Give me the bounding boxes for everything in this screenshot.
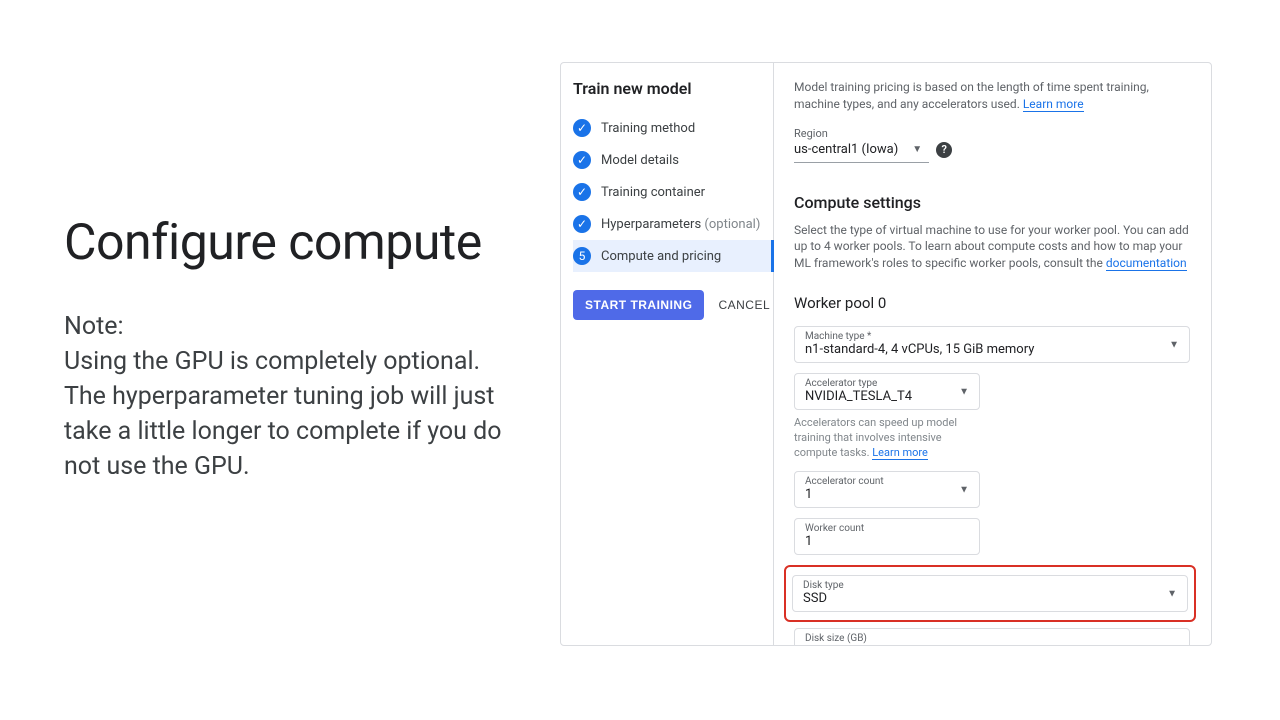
disk-size-input[interactable]: Disk size (GB) 100 bbox=[794, 628, 1190, 645]
accelerator-type-select[interactable]: Accelerator type NVIDIA_TESLA_T4 ▼ bbox=[794, 373, 980, 410]
disk-size-label: Disk size (GB) bbox=[805, 633, 1179, 644]
accelerator-type-label: Accelerator type bbox=[805, 378, 969, 389]
step-label: Compute and pricing bbox=[601, 249, 721, 264]
chevron-down-icon: ▼ bbox=[912, 144, 922, 155]
region-select[interactable]: us-central1 (Iowa) ▼ ? bbox=[794, 142, 1191, 158]
compute-settings-heading: Compute settings bbox=[794, 193, 1191, 212]
check-icon: ✓ bbox=[573, 215, 591, 233]
step-optional-text: (optional) bbox=[704, 217, 760, 232]
step-label: Model details bbox=[601, 153, 679, 168]
machine-type-value: n1-standard-4, 4 vCPUs, 15 GiB memory bbox=[805, 342, 1034, 357]
step-model-details[interactable]: ✓ Model details bbox=[573, 144, 773, 176]
machine-type-label: Machine type * bbox=[805, 331, 1179, 342]
region-field: Region us-central1 (Iowa) ▼ ? bbox=[794, 127, 1191, 163]
slide-title: Configure compute bbox=[64, 212, 504, 275]
step-label: Training method bbox=[601, 121, 695, 136]
accelerator-helper-text: Accelerators can speed up model training… bbox=[794, 416, 980, 461]
chevron-down-icon: ▼ bbox=[1169, 340, 1179, 351]
learn-more-link[interactable]: Learn more bbox=[872, 446, 928, 460]
start-training-button[interactable]: START TRAINING bbox=[573, 290, 704, 320]
learn-more-link[interactable]: Learn more bbox=[1023, 97, 1084, 112]
compute-settings-description: Select the type of virtual machine to us… bbox=[794, 222, 1191, 272]
check-icon: ✓ bbox=[573, 119, 591, 137]
slide-note-body: Using the GPU is completely optional. Th… bbox=[64, 344, 504, 484]
worker-count-value: 1 bbox=[805, 534, 812, 549]
wizard-button-row: START TRAINING CANCEL bbox=[573, 290, 773, 320]
accelerator-count-value: 1 bbox=[805, 487, 812, 502]
chevron-down-icon: ▼ bbox=[959, 485, 969, 496]
compute-form: Model training pricing is based on the l… bbox=[774, 63, 1211, 645]
region-underline bbox=[794, 162, 929, 163]
region-value: us-central1 (Iowa) bbox=[794, 142, 898, 157]
slide-text-block: Configure compute Note: Using the GPU is… bbox=[64, 212, 504, 484]
pricing-description: Model training pricing is based on the l… bbox=[794, 79, 1191, 113]
documentation-link[interactable]: documentation bbox=[1106, 256, 1187, 271]
step-number-icon: 5 bbox=[573, 247, 591, 265]
step-label-text: Hyperparameters bbox=[601, 217, 701, 232]
region-label: Region bbox=[794, 127, 1191, 140]
step-compute-pricing[interactable]: 5 Compute and pricing bbox=[573, 240, 774, 272]
accelerator-type-value: NVIDIA_TESLA_T4 bbox=[805, 389, 912, 404]
worker-pool-0-heading: Worker pool 0 bbox=[794, 294, 1191, 312]
machine-type-select[interactable]: Machine type * n1-standard-4, 4 vCPUs, 1… bbox=[794, 326, 1190, 363]
slide-note-label: Note: bbox=[64, 309, 504, 344]
check-icon: ✓ bbox=[573, 183, 591, 201]
cancel-button[interactable]: CANCEL bbox=[718, 298, 770, 312]
worker-count-label: Worker count bbox=[805, 523, 969, 534]
step-training-container[interactable]: ✓ Training container bbox=[573, 176, 773, 208]
accelerator-count-label: Accelerator count bbox=[805, 476, 969, 487]
chevron-down-icon: ▼ bbox=[959, 387, 969, 398]
accelerator-count-select[interactable]: Accelerator count 1 ▼ bbox=[794, 471, 980, 508]
disk-size-value: 100 bbox=[805, 644, 827, 645]
disk-type-select[interactable]: Disk type SSD ▼ bbox=[792, 575, 1188, 612]
step-label: Hyperparameters (optional) bbox=[601, 217, 760, 232]
disk-type-label: Disk type bbox=[803, 580, 1177, 591]
step-label: Training container bbox=[601, 185, 705, 200]
step-hyperparameters[interactable]: ✓ Hyperparameters (optional) bbox=[573, 208, 773, 240]
wizard-title: Train new model bbox=[573, 79, 773, 98]
step-training-method[interactable]: ✓ Training method bbox=[573, 112, 773, 144]
chevron-down-icon: ▼ bbox=[1167, 589, 1177, 600]
worker-count-input[interactable]: Worker count 1 bbox=[794, 518, 980, 555]
check-icon: ✓ bbox=[573, 151, 591, 169]
wizard-sidebar: Train new model ✓ Training method ✓ Mode… bbox=[561, 63, 774, 645]
train-model-panel: Train new model ✓ Training method ✓ Mode… bbox=[560, 62, 1212, 646]
help-icon[interactable]: ? bbox=[936, 142, 952, 158]
disk-type-highlight: Disk type SSD ▼ bbox=[784, 565, 1196, 622]
pricing-text-body: Model training pricing is based on the l… bbox=[794, 80, 1149, 111]
disk-type-value: SSD bbox=[803, 591, 827, 606]
